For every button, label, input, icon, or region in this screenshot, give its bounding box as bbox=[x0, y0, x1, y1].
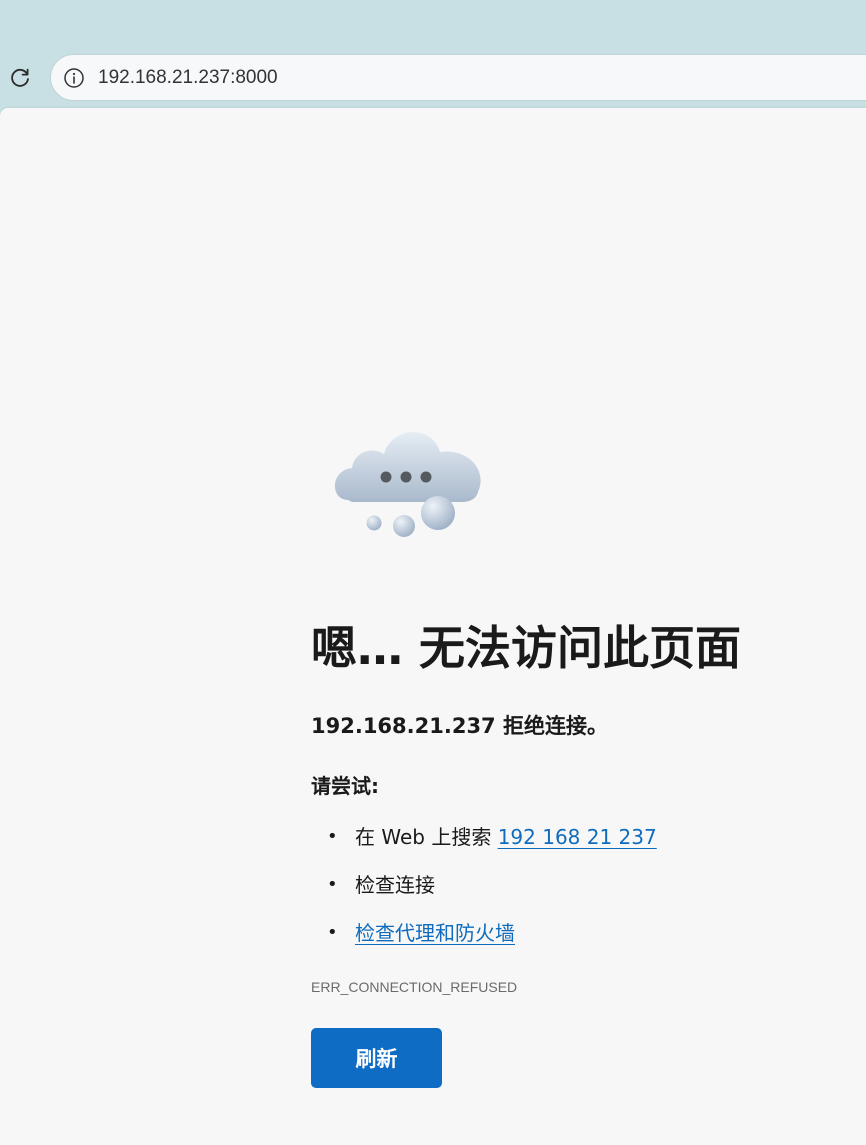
search-web-link[interactable]: 192 168 21 237 bbox=[498, 825, 657, 849]
check-proxy-firewall-link[interactable]: 检查代理和防火墙 bbox=[355, 921, 515, 945]
bullet: • bbox=[327, 826, 338, 847]
refresh-button[interactable]: 刷新 bbox=[311, 1028, 442, 1088]
info-icon[interactable] bbox=[63, 67, 85, 89]
bullet: • bbox=[327, 874, 338, 895]
suggestion-search: • 在 Web 上搜索 192 168 21 237 bbox=[311, 821, 657, 869]
suggestion-check-proxy: • 检查代理和防火墙 bbox=[311, 917, 657, 965]
error-page: 嗯… 无法访问此页面 192.168.21.237 拒绝连接。 请尝试: • 在… bbox=[0, 108, 866, 1145]
reload-button[interactable] bbox=[2, 60, 38, 96]
suggestion-check-connection: • 检查连接 bbox=[311, 869, 657, 917]
error-message: 192.168.21.237 拒绝连接。 bbox=[311, 714, 608, 738]
reload-icon bbox=[11, 68, 29, 87]
try-label: 请尝试: bbox=[311, 774, 379, 798]
search-prefix: 在 Web 上搜索 bbox=[355, 825, 498, 849]
address-bar[interactable]: 192.168.21.237:8000 bbox=[50, 54, 866, 101]
page-title: 嗯… 无法访问此页面 bbox=[311, 621, 742, 675]
suggestion-list: • 在 Web 上搜索 192 168 21 237 • 检查连接 • 检查代理… bbox=[311, 821, 657, 965]
bullet: • bbox=[327, 922, 338, 943]
cloud-icon bbox=[334, 431, 481, 537]
browser-toolbar: 192.168.21.237:8000 bbox=[0, 0, 866, 108]
check-connection-text: 检查连接 bbox=[355, 873, 435, 897]
error-code: ERR_CONNECTION_REFUSED bbox=[311, 979, 518, 995]
url-text[interactable]: 192.168.21.237:8000 bbox=[98, 67, 278, 89]
